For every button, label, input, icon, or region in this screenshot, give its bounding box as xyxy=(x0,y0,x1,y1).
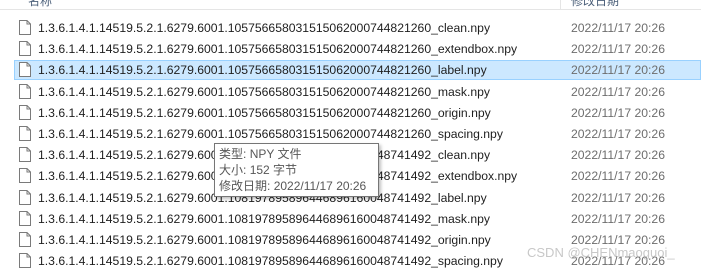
file-name: 1.3.6.1.4.1.14519.5.2.1.6279.6001.108197… xyxy=(38,232,491,247)
file-name: 1.3.6.1.4.1.14519.5.2.1.6279.6001.105756… xyxy=(38,105,491,120)
document-icon xyxy=(19,41,31,57)
tooltip-type-line: 类型: NPY 文件 xyxy=(219,146,378,162)
file-row[interactable]: 1.3.6.1.4.1.14519.5.2.1.6279.6001.105756… xyxy=(0,39,701,60)
tooltip-size-value: 152 字节 xyxy=(249,163,298,177)
document-icon xyxy=(19,125,31,141)
file-row[interactable]: 1.3.6.1.4.1.14519.5.2.1.6279.6001.105756… xyxy=(0,124,701,145)
file-row[interactable]: 1.3.6.1.4.1.14519.5.2.1.6279.6001.105756… xyxy=(0,18,701,39)
file-row[interactable]: 1.3.6.1.4.1.14519.5.2.1.6279.6001.105756… xyxy=(0,103,701,124)
file-date: 2022/11/17 20:26 xyxy=(571,42,665,57)
file-name: 1.3.6.1.4.1.14519.5.2.1.6279.6001.105756… xyxy=(38,63,487,78)
document-icon xyxy=(19,147,31,163)
file-date: 2022/11/17 20:26 xyxy=(571,63,665,78)
file-name: 1.3.6.1.4.1.14519.5.2.1.6279.6001.108197… xyxy=(38,211,491,226)
watermark: CSDN @CHENmaoguoi_ xyxy=(527,245,675,260)
tooltip-date-line: 修改日期: 2022/11/17 20:26 xyxy=(219,178,378,194)
file-name: 1.3.6.1.4.1.14519.5.2.1.6279.6001.105756… xyxy=(38,126,503,141)
file-name: 1.3.6.1.4.1.14519.5.2.1.6279.6001.105756… xyxy=(38,42,518,57)
tooltip-type-label: 类型: xyxy=(219,147,247,161)
tooltip-date-value: 2022/11/17 20:26 xyxy=(273,179,367,193)
column-header: 名称 修改日期 xyxy=(0,0,701,10)
document-icon xyxy=(19,168,31,184)
document-icon xyxy=(19,253,31,269)
column-divider[interactable] xyxy=(560,0,561,9)
tooltip-type-value: NPY 文件 xyxy=(249,147,302,161)
file-row[interactable]: 1.3.6.1.4.1.14519.5.2.1.6279.6001.108197… xyxy=(0,209,701,230)
document-icon xyxy=(19,210,31,226)
file-name: 1.3.6.1.4.1.14519.5.2.1.6279.6001.108197… xyxy=(38,254,503,269)
tooltip-size-line: 大小: 152 字节 xyxy=(219,162,378,178)
document-icon xyxy=(19,62,31,78)
document-icon xyxy=(19,231,31,247)
file-date: 2022/11/17 20:26 xyxy=(571,169,665,184)
document-icon xyxy=(19,189,31,205)
file-date: 2022/11/17 20:26 xyxy=(571,190,665,205)
document-icon xyxy=(19,83,31,99)
column-header-date[interactable]: 修改日期 xyxy=(571,0,619,8)
file-info-tooltip: 类型: NPY 文件 大小: 152 字节 修改日期: 2022/11/17 2… xyxy=(214,143,379,197)
file-date: 2022/11/17 20:26 xyxy=(571,105,665,120)
document-icon xyxy=(19,104,31,120)
file-name: 1.3.6.1.4.1.14519.5.2.1.6279.6001.105756… xyxy=(38,84,491,99)
tooltip-size-label: 大小: xyxy=(219,163,247,177)
file-date: 2022/11/17 20:26 xyxy=(571,84,665,99)
document-icon xyxy=(19,20,31,35)
file-row[interactable]: 1.3.6.1.4.1.14519.5.2.1.6279.6001.105756… xyxy=(0,82,701,103)
file-date: 2022/11/17 20:26 xyxy=(571,126,665,141)
file-row[interactable]: 1.3.6.1.4.1.14519.5.2.1.6279.6001.105756… xyxy=(0,60,701,81)
file-date: 2022/11/17 20:26 xyxy=(571,211,665,226)
file-name: 1.3.6.1.4.1.14519.5.2.1.6279.6001.105756… xyxy=(38,21,491,35)
column-header-name[interactable]: 名称 xyxy=(28,0,52,8)
file-date: 2022/11/17 20:26 xyxy=(571,21,665,35)
file-date: 2022/11/17 20:26 xyxy=(571,148,665,163)
tooltip-date-label: 修改日期: xyxy=(219,179,271,193)
